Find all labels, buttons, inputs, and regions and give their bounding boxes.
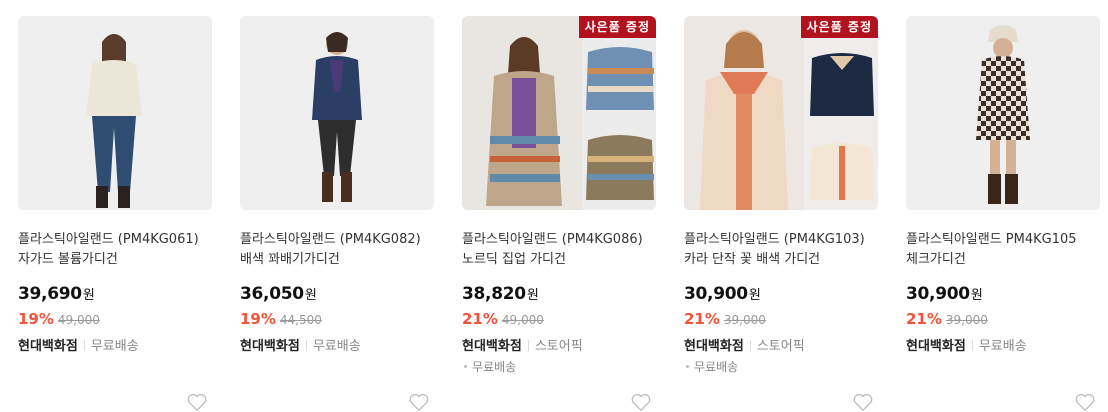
shipping-tag: 무료배송 [694,360,739,374]
sale-price: 38,820원 [462,284,539,304]
store-name: 현대백화점 [906,339,966,354]
gift-badge: 사은품 증정 [578,16,656,38]
heart-outline-icon[interactable] [852,392,874,412]
price-value: 39,690 [18,284,82,304]
shipping-info: 현대백화점 무료배송 [240,338,361,356]
product-card[interactable]: 사은품 증정 플라스틱아일랜드 (PM4KG086) 노르딕 집업 가디건 38… [462,16,656,412]
store-pick-tag: 스토어픽 [756,339,805,354]
product-title-line2: 체크가디건 [906,252,966,267]
heart-outline-icon[interactable] [408,392,430,412]
divider [305,340,307,351]
product-title-line1: 플라스틱아일랜드 PM4KG105 [906,232,1077,247]
shipping-info: 현대백화점 스토어픽 무료배송 [684,338,805,376]
product-title-line2: 배색 꽈배기가디건 [240,252,340,267]
product-title[interactable]: 플라스틱아일랜드 PM4KG105 체크가디건 [906,230,1100,270]
shipping-tag: 무료배송 [472,360,517,374]
shipping-info: 현대백화점 스토어픽 무료배송 [462,338,583,376]
currency-label: 원 [970,288,983,303]
discount-info: 19% 49,000 [18,310,100,328]
product-card[interactable]: 플라스틱아일랜드 (PM4KG082) 배색 꽈배기가디건 36,050원 19… [240,16,434,412]
price-value: 38,820 [462,284,526,304]
currency-label: 원 [82,288,95,303]
discount-info: 19% 44,500 [240,310,322,328]
shipping-info: 현대백화점 무료배송 [906,338,1027,356]
discount-rate: 21% [684,310,720,328]
store-name: 현대백화점 [684,339,744,354]
bullet-dot [686,365,689,368]
shipping-tag-row: 무료배송 [462,358,583,376]
discount-rate: 21% [906,310,942,328]
store-name: 현대백화점 [240,339,300,354]
original-price: 39,000 [723,313,766,327]
sale-price: 36,050원 [240,284,317,304]
product-title-line1: 플라스틱아일랜드 (PM4KG082) [240,232,421,247]
store-pick-tag: 스토어픽 [534,339,583,354]
product-title-line2: 자가드 볼륨가디건 [18,252,118,267]
sale-price: 30,900원 [684,284,761,304]
product-image[interactable] [240,16,434,210]
product-title[interactable]: 플라스틱아일랜드 (PM4KG103) 카라 단작 꽃 배색 가디건 [684,230,878,270]
discount-rate: 19% [240,310,276,328]
product-grid: 플라스틱아일랜드 (PM4KG061) 자가드 볼륨가디건 39,690원 19… [0,0,1108,412]
shipping-tag: 무료배송 [90,339,139,354]
currency-label: 원 [526,288,539,303]
product-title[interactable]: 플라스틱아일랜드 (PM4KG082) 배색 꽈배기가디건 [240,230,434,270]
product-card[interactable]: 플라스틱아일랜드 (PM4KG061) 자가드 볼륨가디건 39,690원 19… [18,16,212,412]
product-title-line1: 플라스틱아일랜드 (PM4KG061) [18,232,199,247]
sale-price: 39,690원 [18,284,95,304]
shipping-tag: 무료배송 [312,339,361,354]
product-title-line1: 플라스틱아일랜드 (PM4KG086) [462,232,643,247]
divider [83,340,85,351]
original-price: 44,500 [279,313,322,327]
sale-price: 30,900원 [906,284,983,304]
price-value: 36,050 [240,284,304,304]
discount-rate: 19% [18,310,54,328]
original-price: 49,000 [57,313,100,327]
divider [749,340,751,351]
original-price: 49,000 [501,313,544,327]
product-title[interactable]: 플라스틱아일랜드 (PM4KG086) 노르딕 집업 가디건 [462,230,656,270]
product-title-line1: 플라스틱아일랜드 (PM4KG103) [684,232,865,247]
discount-info: 21% 39,000 [906,310,988,328]
discount-info: 21% 39,000 [684,310,766,328]
product-title[interactable]: 플라스틱아일랜드 (PM4KG061) 자가드 볼륨가디건 [18,230,212,270]
currency-label: 원 [748,288,761,303]
divider [527,340,529,351]
shipping-tag: 무료배송 [978,339,1027,354]
product-card[interactable]: 사은품 증정 플라스틱아일랜드 (PM4KG103) 카라 단작 꽃 배색 가디… [684,16,878,412]
product-title-line2: 노르딕 집업 가디건 [462,252,566,267]
shipping-tag-row: 무료배송 [684,358,805,376]
heart-outline-icon[interactable] [630,392,652,412]
product-image[interactable] [906,16,1100,210]
product-card[interactable]: 플라스틱아일랜드 PM4KG105 체크가디건 30,900원 21% 39,00… [906,16,1100,412]
bullet-dot [464,365,467,368]
price-value: 30,900 [684,284,748,304]
product-title-line2: 카라 단작 꽃 배색 가디건 [684,252,821,267]
shipping-info: 현대백화점 무료배송 [18,338,139,356]
divider [971,340,973,351]
store-name: 현대백화점 [18,339,78,354]
store-name: 현대백화점 [462,339,522,354]
product-image[interactable]: 사은품 증정 [462,16,656,210]
price-value: 30,900 [906,284,970,304]
discount-rate: 21% [462,310,498,328]
currency-label: 원 [304,288,317,303]
product-image[interactable]: 사은품 증정 [684,16,878,210]
heart-outline-icon[interactable] [1074,392,1096,412]
discount-info: 21% 49,000 [462,310,544,328]
product-image[interactable] [18,16,212,210]
gift-badge: 사은품 증정 [800,16,878,38]
heart-outline-icon[interactable] [186,392,208,412]
original-price: 39,000 [945,313,988,327]
